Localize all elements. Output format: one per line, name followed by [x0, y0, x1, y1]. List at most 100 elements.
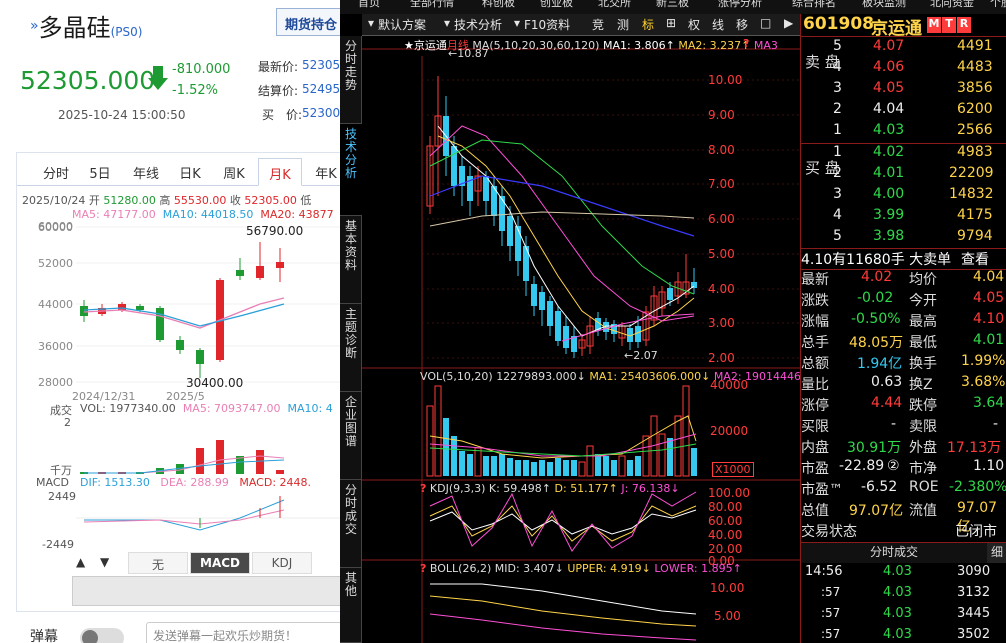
stat-row: 市盈™ -6.52 ROE -2.380% [801, 479, 1006, 498]
bid-row-4[interactable]: 4 3.99 4175 [801, 207, 1006, 228]
indicator-macd-tab[interactable]: MACD [190, 552, 250, 574]
tab-fenshi[interactable]: 分时 [34, 158, 78, 186]
trade-row: :57 4.03 3502 [821, 627, 991, 642]
menu-limit[interactable]: 涨停分析 [718, 0, 762, 8]
price-tick-8: 8.00 [708, 143, 735, 157]
tab-5day[interactable]: 5日 [78, 158, 122, 186]
vol-line: VOL: 1977340.00 MA5: 7093747.00 MA10: 4 [80, 402, 333, 415]
macd-line: DIF: 1513.30 DEA: 288.99 MACD: 2448. [80, 476, 312, 489]
futures-position-button[interactable]: 期货持仓 [276, 8, 340, 36]
menu-sector[interactable]: 板块监测 [862, 0, 906, 8]
stat-row: 市盈 -22.89 ② 市净 1.10 [801, 458, 1005, 477]
indicator-kdj-tab[interactable]: KDJ [252, 552, 312, 574]
volume-bars [426, 385, 697, 477]
macd-top-tick: 2449 [48, 490, 76, 503]
ask-row-3[interactable]: 3 4.05 3856 [801, 80, 1006, 101]
bid-row-5[interactable]: 5 3.98 9794 [801, 228, 1006, 249]
sidebar-item-intraday[interactable]: 分时走势 [340, 36, 362, 124]
ask-row-4[interactable]: 4 4.06 4483 [801, 59, 1006, 80]
badge-m[interactable]: M [927, 17, 941, 33]
ask-row-2[interactable]: 2 4.04 6200 [801, 101, 1006, 122]
latest-label: 最新价: [258, 60, 299, 74]
badge-t[interactable]: T [942, 17, 956, 33]
menu-gem[interactable]: 创业板 [540, 0, 573, 8]
move-button[interactable]: 移 [736, 16, 748, 33]
down-arrow-icon [148, 66, 168, 90]
bid-row-1[interactable]: 1 4.02 4983 [801, 144, 1006, 165]
kline-chart [76, 226, 340, 383]
sidebar-item-technical[interactable]: 技术分析 [340, 124, 362, 216]
sidebar-item-graph[interactable]: 企业图谱 [340, 392, 362, 480]
y-tick-28000: 28000 [38, 376, 73, 389]
title-arrow-icon: » [30, 18, 39, 34]
rights-button[interactable]: 权 [688, 16, 700, 33]
trade-row: 14:56 4.03 3090 [805, 564, 991, 579]
price-block: 52305.000 [20, 66, 156, 95]
menu-stock[interactable]: 个股 [990, 0, 1006, 8]
menu-bse[interactable]: 北交所 [598, 0, 631, 8]
menu-north[interactable]: 北向资金 [930, 0, 974, 8]
macd-label: MACD [36, 476, 69, 489]
ask-row-5[interactable]: 5 4.07 4491 [801, 38, 1006, 59]
side-nav: 分时走势 技术分析 基本资料 主题诊断 企业图谱 分时成交 其他 [340, 36, 362, 643]
menu-home[interactable]: 首页 [358, 0, 380, 8]
monthly-candles [426, 76, 697, 358]
ask-row-1[interactable]: 1 4.03 2566 [801, 122, 1006, 143]
price-tick-5: 5.00 [708, 247, 735, 261]
menu-star[interactable]: 科创板 [482, 0, 515, 8]
play-button[interactable]: ▶ [784, 16, 793, 30]
grid-button[interactable]: ⊞ [666, 16, 676, 30]
sidebar-item-ticks[interactable]: 分时成交 [340, 480, 362, 568]
bid-row-2[interactable]: 2 4.01 22209 [801, 165, 1006, 186]
top-menu: 首页 全部行情 科创板 创业板 北交所 新三板 涨停分析 综合排名 板块监测 北… [340, 0, 1006, 14]
change-value: -810.000 [172, 62, 231, 77]
badge-r[interactable]: R [957, 17, 971, 33]
mark-button[interactable]: 标 [642, 16, 654, 33]
kdj-tick-80: 80.00 [708, 500, 743, 514]
high-label: ←10.87 [448, 47, 489, 60]
info-line: 2025/10/24 开 51280.00 高 55530.00 收 52305… [22, 194, 312, 207]
view-button[interactable]: 查看 [961, 249, 989, 269]
tab-daily-k[interactable]: 日K [168, 158, 212, 186]
tab-weekly-k[interactable]: 周K [212, 158, 256, 186]
sidebar-item-profile[interactable]: 基本资料 [340, 216, 362, 304]
auction-button[interactable]: 竞 [592, 16, 604, 33]
price-tick-7: 7.00 [708, 177, 735, 191]
technical-dropdown[interactable]: 技术分析 [454, 16, 502, 33]
help-icon[interactable]: ? [743, 37, 749, 50]
scroll-down-button[interactable]: ▼ [100, 555, 109, 569]
stat-row: 涨停 4.44 跌停 3.64 [801, 395, 1005, 414]
big-order-alert[interactable]: 4.10有11680手 大卖单 [801, 249, 951, 269]
low-marker: 30400.00 [186, 376, 244, 390]
line-button[interactable]: 线 [712, 16, 724, 33]
tab-year-line[interactable]: 年线 [124, 158, 168, 186]
menu-neeq[interactable]: 新三板 [656, 0, 689, 8]
vol-unit-box: X1000 [712, 462, 754, 477]
sidebar-item-diagnosis[interactable]: 主题诊断 [340, 304, 362, 392]
dropdown-arrow-icon: ▾ [444, 16, 451, 30]
range-slider[interactable] [72, 576, 340, 606]
stat-row: 总额 1.94亿 换手 1.99% [801, 353, 1006, 372]
vol-tick-40000: 40000 [710, 378, 749, 392]
price-tick-9: 9.00 [708, 108, 735, 122]
tab-monthly-k[interactable]: 月K [258, 158, 302, 186]
sidebar-item-other[interactable]: 其他 [340, 568, 362, 643]
scheme-dropdown[interactable]: 默认方案 [378, 16, 426, 33]
danmu-toggle[interactable] [80, 628, 124, 643]
bid-row-3[interactable]: 3 4.00 14832 [801, 186, 1006, 207]
tab-yearly-k[interactable]: 年K [304, 158, 340, 186]
danmu-input[interactable]: 发送弹幕一起欢乐炒期货！ [146, 622, 340, 643]
scroll-up-button[interactable]: ▲ [76, 555, 85, 569]
f10-button[interactable]: F10资料 [524, 16, 570, 33]
trades-detail-button[interactable]: 细 [987, 543, 1006, 563]
settle-label: 结算价: [258, 84, 299, 98]
kdj-tick-40: 40.00 [708, 528, 743, 542]
window-button[interactable]: □ [760, 16, 771, 30]
measure-button[interactable]: 测 [617, 16, 629, 33]
menu-all[interactable]: 全部行情 [410, 0, 454, 8]
indicator-none-tab[interactable]: 无 [128, 552, 188, 574]
menu-rank[interactable]: 综合排名 [792, 0, 836, 8]
trade-row: :57 4.03 3445 [821, 606, 991, 621]
stat-row: 量比 0.63 换Z 3.68% [801, 374, 1006, 393]
stat-row: 最新 4.02 均价 4.04 [801, 269, 1005, 288]
